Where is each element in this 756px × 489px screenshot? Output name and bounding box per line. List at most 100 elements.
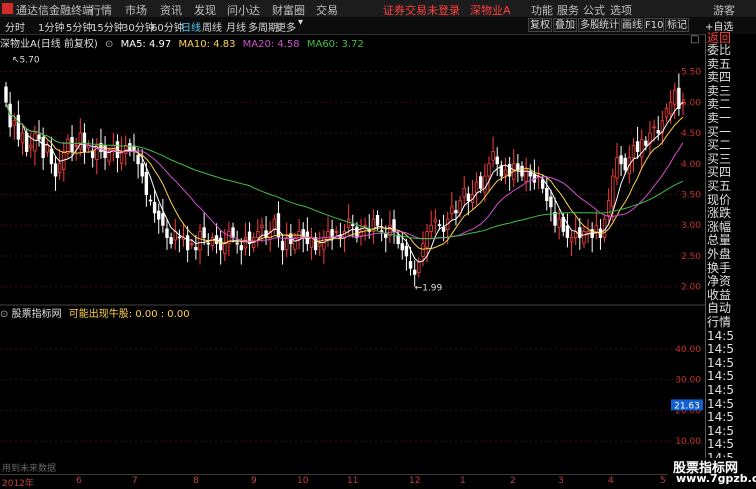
candle-body bbox=[615, 157, 619, 179]
mark-button[interactable]: 标记 bbox=[665, 18, 689, 32]
menu-caifuquan[interactable]: 财富圈 bbox=[272, 2, 305, 18]
menu-fuwu[interactable]: 服务 bbox=[557, 2, 579, 18]
quote-panel-item[interactable]: 总量 bbox=[707, 234, 731, 247]
quote-panel-item[interactable]: 14:5 bbox=[707, 356, 734, 370]
date-axis-label: 8 bbox=[193, 476, 199, 486]
menu-shichang[interactable]: 市场 bbox=[125, 2, 147, 18]
quote-panel-item[interactable]: 卖三 bbox=[707, 84, 731, 98]
candle-body bbox=[458, 200, 462, 214]
watchlist-add-button[interactable]: +自选 bbox=[705, 22, 733, 33]
period-60min[interactable]: 60分钟 bbox=[151, 19, 184, 34]
quote-panel-item[interactable]: 涨跌 bbox=[707, 207, 731, 220]
period-monthly[interactable]: 月线 bbox=[226, 19, 246, 34]
period-30min[interactable]: 30分钟 bbox=[122, 19, 155, 34]
candle-body bbox=[557, 218, 561, 228]
quote-panel-item[interactable]: 14:5 bbox=[707, 370, 734, 383]
candle-body bbox=[466, 193, 471, 202]
period-multi[interactable]: 多周期 bbox=[248, 19, 278, 34]
date-axis-label: 12 bbox=[409, 476, 421, 486]
chevron-down-icon[interactable]: ▾ bbox=[298, 17, 303, 28]
watchlist-tab[interactable]: +自选 bbox=[705, 18, 756, 33]
menu-gongshi[interactable]: 公式 bbox=[583, 2, 605, 18]
price-tick-label: 5.00 bbox=[681, 98, 701, 108]
ma20-line bbox=[5, 102, 684, 242]
quote-panel-item[interactable]: 行情 bbox=[707, 316, 731, 329]
high-mark: ↖5.70 bbox=[12, 55, 40, 65]
quote-panel-item[interactable]: 换手 bbox=[707, 261, 731, 275]
quote-panel-item[interactable]: 买二 bbox=[707, 139, 731, 152]
period-more[interactable]: 更多 bbox=[276, 19, 296, 34]
candle-body bbox=[49, 148, 54, 165]
menu-xuanxiang[interactable]: 选项 bbox=[610, 2, 632, 18]
quote-panel-item[interactable]: 收益 bbox=[707, 288, 731, 302]
price-tick-label: 4.00 bbox=[681, 160, 701, 170]
candle-body bbox=[656, 130, 660, 134]
menu-jiaoyi[interactable]: 交易 bbox=[316, 2, 338, 18]
candle-body bbox=[239, 245, 243, 251]
candle-body bbox=[631, 144, 636, 159]
candle-body bbox=[652, 126, 656, 129]
candle-body bbox=[309, 237, 314, 248]
menu-faxian[interactable]: 发现 bbox=[194, 2, 216, 18]
menu-zixun[interactable]: 资讯 bbox=[160, 2, 182, 18]
candle-body bbox=[421, 243, 425, 257]
overlay-button[interactable]: 叠加 bbox=[553, 18, 577, 32]
stats-button[interactable]: 统计 bbox=[598, 18, 620, 32]
window-icon[interactable]: □ bbox=[690, 34, 699, 45]
period-15min[interactable]: 15分钟 bbox=[91, 19, 124, 34]
login-status[interactable]: 证券交易未登录 bbox=[383, 2, 460, 18]
candle-body bbox=[553, 211, 557, 226]
candle-body bbox=[582, 230, 586, 244]
period-fenshi[interactable]: 分时 bbox=[5, 19, 25, 34]
f10-button[interactable]: F10 bbox=[644, 18, 664, 32]
quote-panel-item[interactable]: 自动 bbox=[707, 302, 731, 315]
quote-panel-item[interactable]: 14:5 bbox=[707, 397, 734, 411]
quote-panel-item[interactable]: 14:5 bbox=[707, 329, 734, 343]
quote-panel-item[interactable]: 买五 bbox=[707, 180, 731, 193]
quote-panel-item[interactable]: 买一 bbox=[707, 125, 731, 139]
quote-panel-item[interactable]: 14:5 bbox=[707, 343, 734, 356]
date-axis-label: 9 bbox=[251, 476, 257, 486]
period-1min[interactable]: 1分钟 bbox=[38, 19, 64, 34]
date-axis-label: 7 bbox=[132, 476, 138, 486]
quote-panel-item[interactable]: 委比 bbox=[707, 44, 731, 57]
quote-panel-item[interactable]: 买三 bbox=[707, 152, 731, 166]
draw-line-button[interactable]: 画线 bbox=[621, 18, 643, 32]
quote-panel-item[interactable]: 14:5 bbox=[707, 411, 734, 424]
quote-panel-item[interactable]: 外盘 bbox=[707, 248, 731, 261]
app-logo-icon bbox=[2, 3, 13, 14]
period-weekly[interactable]: 周线 bbox=[202, 19, 222, 34]
user-name[interactable]: 游客 bbox=[713, 2, 735, 18]
quote-panel-item[interactable]: 卖一 bbox=[707, 112, 731, 125]
quote-panel-item[interactable]: 14:5 bbox=[707, 424, 734, 438]
candle-body bbox=[545, 187, 549, 202]
adjust-button[interactable]: 复权 bbox=[528, 18, 552, 32]
quote-panel-item[interactable]: 14:5 bbox=[707, 384, 734, 397]
period-5min[interactable]: 5分钟 bbox=[66, 19, 92, 34]
quote-panel-item[interactable]: 14:5 bbox=[707, 438, 734, 451]
low-mark: ←1.99 bbox=[415, 283, 443, 293]
menu-wenxiaoda[interactable]: 问小达 bbox=[227, 2, 260, 18]
quote-panel-item[interactable]: 涨幅 bbox=[707, 220, 731, 234]
indicator-settings-icon[interactable]: ⊙ bbox=[0, 309, 8, 320]
quote-panel-item[interactable]: 卖二 bbox=[707, 98, 731, 111]
kline-chart[interactable]: 5.50 5.00 4.50 4.00 3.50 3.00 2.50 2.00 ↖5.70 ←1… bbox=[0, 47, 705, 474]
candle-body bbox=[396, 234, 400, 245]
quote-panel-item[interactable]: 卖四 bbox=[707, 71, 731, 84]
candle-body bbox=[256, 230, 260, 238]
quote-panel-item[interactable]: 现价 bbox=[707, 193, 731, 207]
quote-panel-item[interactable]: 卖五 bbox=[707, 57, 731, 71]
candle-body bbox=[169, 237, 173, 245]
menu-hangqing[interactable]: 行情 bbox=[90, 2, 112, 18]
candle-body bbox=[293, 237, 297, 250]
quote-panel-item[interactable]: 净资 bbox=[707, 275, 731, 288]
indicator-name: 股票指标网 bbox=[11, 309, 62, 320]
candle-body bbox=[82, 132, 87, 152]
candle-body bbox=[586, 230, 590, 234]
candle-body bbox=[491, 151, 495, 161]
period-daily[interactable]: 日线 bbox=[181, 19, 201, 34]
quote-panel-item[interactable]: 买四 bbox=[707, 166, 731, 179]
candle-body bbox=[57, 163, 62, 173]
candle-body bbox=[429, 224, 433, 232]
menu-gongneng[interactable]: 功能 bbox=[531, 2, 553, 18]
